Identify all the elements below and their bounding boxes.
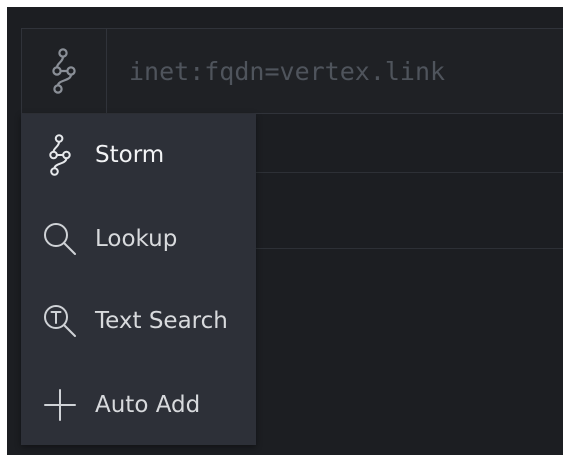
query-mode-menu: Storm Lookup Text Search Auto Add: [21, 114, 256, 445]
menu-item-lookup[interactable]: Lookup: [21, 198, 256, 280]
text-search-icon: [42, 303, 78, 339]
plus-icon: [42, 387, 78, 423]
storm-query-panel: Storm Lookup: [7, 7, 563, 455]
menu-item-auto-add[interactable]: Auto Add: [21, 364, 256, 446]
storm-icon: [52, 48, 76, 94]
storm-icon: [42, 134, 78, 176]
menu-item-label: Lookup: [95, 226, 178, 252]
query-input[interactable]: [107, 29, 563, 113]
menu-item-storm[interactable]: Storm: [21, 114, 256, 196]
query-mode-button[interactable]: [22, 29, 107, 113]
row-divider: [256, 248, 563, 249]
menu-item-label: Storm: [95, 142, 165, 168]
menu-item-label: Text Search: [95, 308, 228, 334]
row-divider: [256, 172, 563, 173]
menu-item-text-search[interactable]: Text Search: [21, 280, 256, 362]
menu-item-label: Auto Add: [95, 392, 201, 418]
query-bar: [21, 28, 563, 114]
search-icon: [42, 221, 78, 257]
